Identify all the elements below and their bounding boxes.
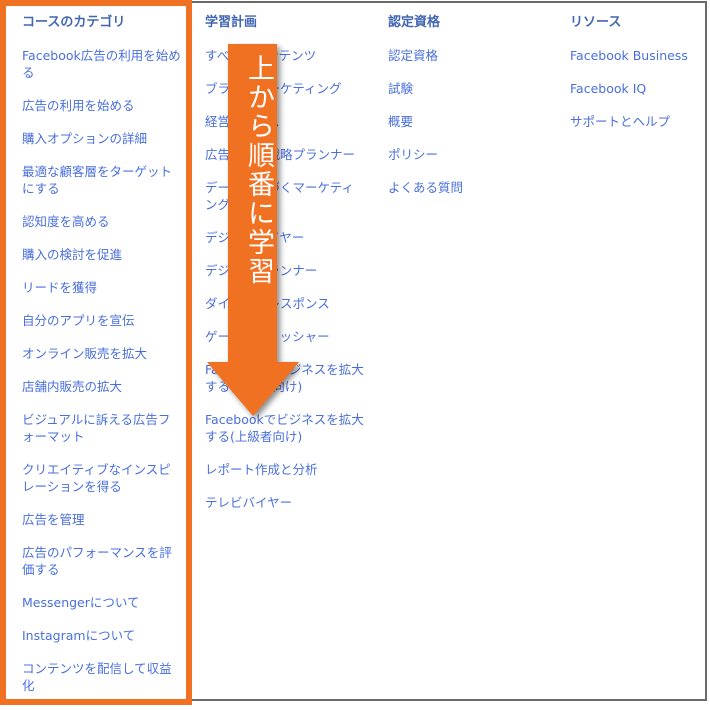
- menu-link[interactable]: 認知度を高める: [22, 213, 182, 230]
- menu-link[interactable]: Messengerについて: [22, 594, 182, 611]
- column-heading: 学習計画: [205, 15, 258, 30]
- column-course-categories: コースのカテゴリ Facebook広告の利用を始める広告の利用を始める 購入オプショ…: [22, 14, 182, 710]
- column-heading: コースのカテゴリ: [22, 15, 126, 30]
- menu-link[interactable]: 概要: [388, 113, 548, 130]
- column-resources: リソース Facebook Business Facebook IQ サポートとヘルプ: [570, 14, 710, 146]
- menu-link[interactable]: Facebook IQ: [570, 80, 710, 97]
- menu-link[interactable]: 広告のパフォーマンスを評価する: [22, 544, 182, 578]
- menu-link[interactable]: よくある質問: [388, 179, 548, 196]
- menu-link[interactable]: Facebook広告の利用を始める: [22, 47, 182, 81]
- menu-link[interactable]: Instagramについて: [22, 627, 182, 644]
- menu-link[interactable]: 試験: [388, 80, 548, 97]
- menu-link[interactable]: 店舗内販売の拡大: [22, 378, 182, 395]
- column-heading: 認定資格: [388, 15, 441, 30]
- annotation-text: 上から順番に学習: [243, 54, 274, 286]
- menu-link[interactable]: ビジュアルに訴える広告フォーマット: [22, 411, 182, 445]
- menu-link[interactable]: レポート作成と分析: [205, 461, 365, 478]
- menu-link[interactable]: Facebook Business: [570, 47, 710, 64]
- menu-link[interactable]: 自分のアプリを宣伝: [22, 312, 182, 329]
- menu-link[interactable]: 広告の利用を始める: [22, 97, 182, 114]
- menu-link[interactable]: リードを獲得: [22, 279, 182, 296]
- menu-link[interactable]: 最適な顧客層をターゲットにする: [22, 163, 182, 197]
- menu-link[interactable]: テレビバイヤー: [205, 494, 365, 511]
- column-heading: リソース: [570, 15, 622, 30]
- menu-link[interactable]: ポリシー: [388, 146, 548, 163]
- menu-link[interactable]: 広告を管理: [22, 511, 182, 528]
- menu-link[interactable]: コンテンツを配信して収益化: [22, 660, 182, 694]
- menu-link[interactable]: 購入オプションの詳細: [22, 130, 182, 147]
- arrow-down-icon: 上から順番に学習: [205, 44, 305, 419]
- arrow-head: [207, 362, 299, 416]
- menu-link[interactable]: 認定資格: [388, 47, 548, 64]
- menu-link[interactable]: クリエイティブなインスピレーションを得る: [22, 461, 182, 495]
- column-certification: 認定資格 認定資格 試験 概要 ポリシー よくある質問: [388, 14, 548, 212]
- menu-link[interactable]: オンライン販売を拡大: [22, 345, 182, 362]
- menu-link[interactable]: 購入の検討を促進: [22, 246, 182, 263]
- menu-link[interactable]: サポートとヘルプ: [570, 113, 710, 130]
